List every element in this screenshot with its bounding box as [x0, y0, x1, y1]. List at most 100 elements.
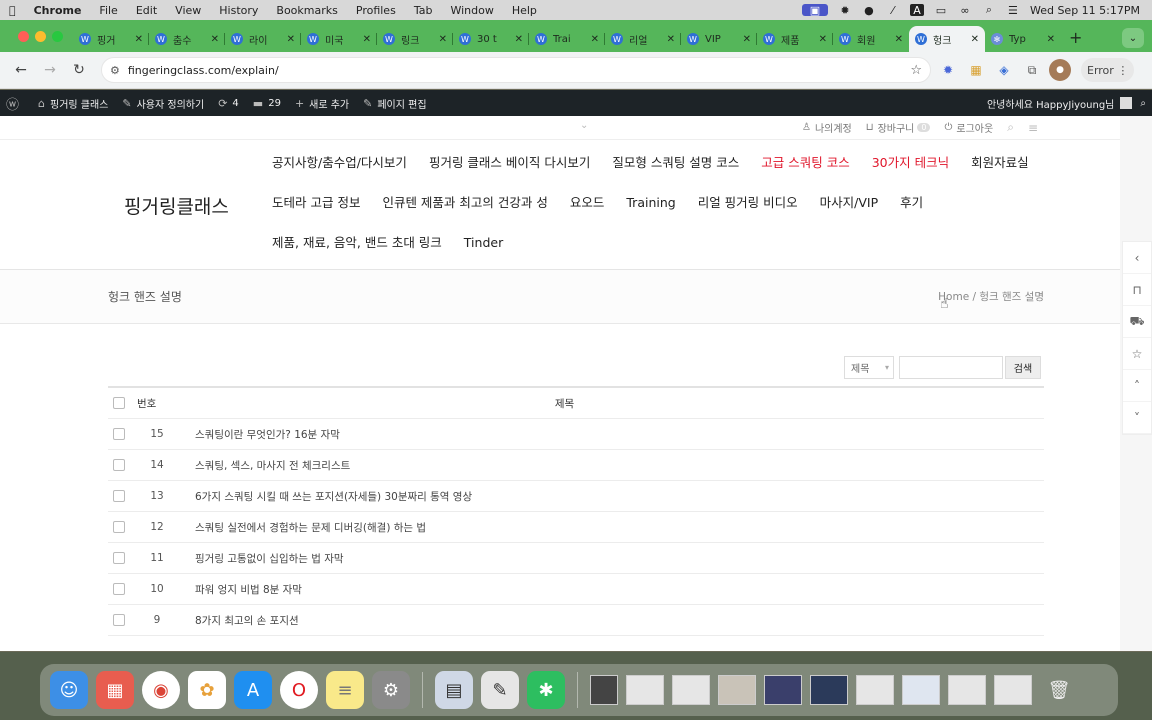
close-icon[interactable]: ✕ — [895, 34, 903, 45]
minimized-window-thumbnail[interactable] — [764, 675, 802, 705]
breadcrumb[interactable]: Home / 헝크 핸즈 설명 — [938, 289, 1044, 304]
logout-link[interactable]: ⏻ 로그아웃 — [944, 120, 993, 135]
browser-tab-active[interactable]: W 헝크 ✕ — [909, 26, 985, 52]
menu-edit[interactable]: Edit — [136, 4, 157, 17]
close-icon[interactable]: ✕ — [211, 34, 219, 45]
evernote-app-icon[interactable]: ✱ — [527, 671, 565, 709]
search-icon[interactable]: ⌕ — [982, 3, 996, 16]
gear-icon[interactable]: ✹ — [838, 4, 852, 17]
browser-tab[interactable]: W 30 t ✕ — [453, 26, 529, 52]
close-icon[interactable]: ✕ — [135, 34, 143, 45]
search-button[interactable]: 검색 — [1005, 356, 1041, 379]
browser-tab[interactable]: W VIP ✕ — [681, 26, 757, 52]
browser-tab[interactable]: W 핑거 ✕ — [73, 26, 149, 52]
row-title-link[interactable]: 스쿼팅, 섹스, 마사지 전 체크리스트 — [195, 458, 350, 473]
nav-item[interactable]: Training — [626, 194, 675, 212]
url-text[interactable]: fingeringclass.com/explain/ — [128, 64, 910, 77]
nav-item[interactable]: 인큐텐 제품과 최고의 건강과 성 — [382, 194, 547, 212]
close-icon[interactable]: ✕ — [743, 34, 751, 45]
nav-item[interactable]: 질모형 스쿼팅 설명 코스 — [612, 154, 739, 172]
wp-comments-link[interactable]: ▬ 29 — [253, 97, 281, 110]
browser-tab[interactable]: W 제품 ✕ — [757, 26, 833, 52]
menu-file[interactable]: File — [99, 4, 117, 17]
row-checkbox[interactable] — [113, 428, 125, 440]
table-row[interactable]: 14 스쿼팅, 섹스, 마사지 전 체크리스트 — [108, 450, 1044, 481]
menu-app-name[interactable]: Chrome — [34, 4, 82, 17]
mute-icon[interactable]: ⁄ — [886, 4, 900, 17]
nav-item-highlighted[interactable]: 30가지 테크닉 — [872, 154, 949, 172]
table-row[interactable]: 10 파워 엉지 비법 8분 자막 — [108, 574, 1044, 605]
row-checkbox[interactable] — [113, 583, 125, 595]
cart-link[interactable]: ⊔ 장바구니 0 — [866, 120, 931, 135]
browser-tab[interactable]: W 리얼 ✕ — [605, 26, 681, 52]
wp-updates-link[interactable]: ⟳ 4 — [218, 97, 239, 110]
chevron-left-icon[interactable]: ‹ — [1123, 242, 1151, 274]
menu-help[interactable]: Help — [512, 4, 537, 17]
close-icon[interactable]: ✕ — [363, 34, 371, 45]
preview-icon[interactable]: ▤ — [435, 671, 473, 709]
chrome-icon[interactable]: ◉ — [142, 671, 180, 709]
input-source-icon[interactable]: A — [909, 4, 924, 17]
trash-icon[interactable]: 🗑 — [1040, 671, 1078, 709]
battery-icon[interactable]: ▭ — [934, 4, 948, 17]
wp-logo-icon[interactable]: ⓦ — [6, 94, 24, 113]
launchpad-icon[interactable]: ▦ — [96, 671, 134, 709]
menu-profiles[interactable]: Profiles — [356, 4, 396, 17]
browser-tab[interactable]: W Trai ✕ — [529, 26, 605, 52]
close-window-button[interactable] — [18, 31, 29, 42]
nav-item[interactable]: 마사지/VIP — [820, 194, 879, 212]
row-title-link[interactable]: 8가지 최고의 손 포지션 — [195, 613, 299, 628]
profile-avatar-icon[interactable]: ● — [1049, 59, 1071, 81]
hamburger-menu-icon[interactable]: ≡ — [1028, 121, 1038, 135]
nav-item[interactable]: 후기 — [900, 194, 923, 212]
browser-tab[interactable]: W 라이 ✕ — [225, 26, 301, 52]
close-icon[interactable]: ✕ — [1047, 34, 1055, 45]
nav-item[interactable]: 도테라 고급 정보 — [272, 194, 360, 212]
minimized-window-thumbnail[interactable] — [810, 675, 848, 705]
row-title-link[interactable]: 파워 엉지 비법 8분 자막 — [195, 582, 302, 597]
system-settings-icon[interactable]: ⚙ — [372, 671, 410, 709]
minimized-window-thumbnail[interactable] — [718, 675, 756, 705]
back-button[interactable]: ← — [8, 57, 34, 83]
wp-search-icon[interactable]: ⌕ — [1140, 98, 1146, 109]
minimized-window-thumbnail[interactable] — [590, 675, 618, 705]
apple-icon[interactable]:  — [9, 4, 16, 17]
table-row[interactable]: 12 스쿼팅 실전에서 경험하는 문제 디버깅(해결) 하는 법 — [108, 512, 1044, 543]
reload-button[interactable]: ↻ — [66, 57, 92, 83]
minimized-window-thumbnail[interactable] — [856, 675, 894, 705]
close-icon[interactable]: ✕ — [439, 34, 447, 45]
table-row[interactable]: 9 8가지 최고의 손 포지션 — [108, 605, 1044, 636]
menu-bookmarks[interactable]: Bookmarks — [276, 4, 337, 17]
minimized-window-thumbnail[interactable] — [672, 675, 710, 705]
chevron-down-icon[interactable]: ˅ — [1123, 402, 1151, 434]
nav-item-highlighted[interactable]: 고급 스쿼팅 코스 — [761, 154, 849, 172]
avatar[interactable] — [1120, 97, 1133, 109]
chevron-up-icon[interactable]: ˄ — [1123, 370, 1151, 402]
row-checkbox[interactable] — [113, 490, 125, 502]
row-title-link[interactable]: 스쿼팅이란 무엇인가? 16분 자막 — [195, 427, 340, 442]
menubar-clock[interactable]: Wed Sep 11 5:17PM — [1030, 4, 1140, 17]
row-checkbox[interactable] — [113, 614, 125, 626]
nav-item[interactable]: Tinder — [464, 234, 503, 252]
link-icon[interactable]: ∞ — [958, 4, 972, 17]
nav-item[interactable]: 리얼 핑거링 비디오 — [698, 194, 798, 212]
minimized-window-thumbnail[interactable] — [948, 675, 986, 705]
close-icon[interactable]: ✕ — [591, 34, 599, 45]
evernote-icon[interactable]: ● — [862, 4, 876, 17]
chevron-down-icon[interactable]: ⌄ — [580, 120, 588, 131]
browser-tab[interactable]: W 링크 ✕ — [377, 26, 453, 52]
menu-history[interactable]: History — [219, 4, 258, 17]
menu-window[interactable]: Window — [450, 4, 493, 17]
site-search-icon[interactable]: ⌕ — [1007, 120, 1014, 135]
browser-tab[interactable]: W 춤수 ✕ — [149, 26, 225, 52]
my-account-link[interactable]: ♙ 나의계정 — [802, 120, 852, 135]
extension-color-icon[interactable]: ▦ — [965, 59, 987, 81]
shopping-bag-icon[interactable]: ⊓ — [1123, 274, 1151, 306]
minimize-window-button[interactable] — [35, 31, 46, 42]
row-checkbox[interactable] — [113, 552, 125, 564]
nav-item[interactable]: 회원자료실 — [971, 154, 1029, 172]
row-title-link[interactable]: 스쿼팅 실전에서 경험하는 문제 디버깅(해결) 하는 법 — [195, 520, 426, 535]
close-icon[interactable]: ✕ — [819, 34, 827, 45]
nav-item[interactable]: 핑거링 클래스 베이직 다시보기 — [429, 154, 590, 172]
minimized-window-thumbnail[interactable] — [626, 675, 664, 705]
